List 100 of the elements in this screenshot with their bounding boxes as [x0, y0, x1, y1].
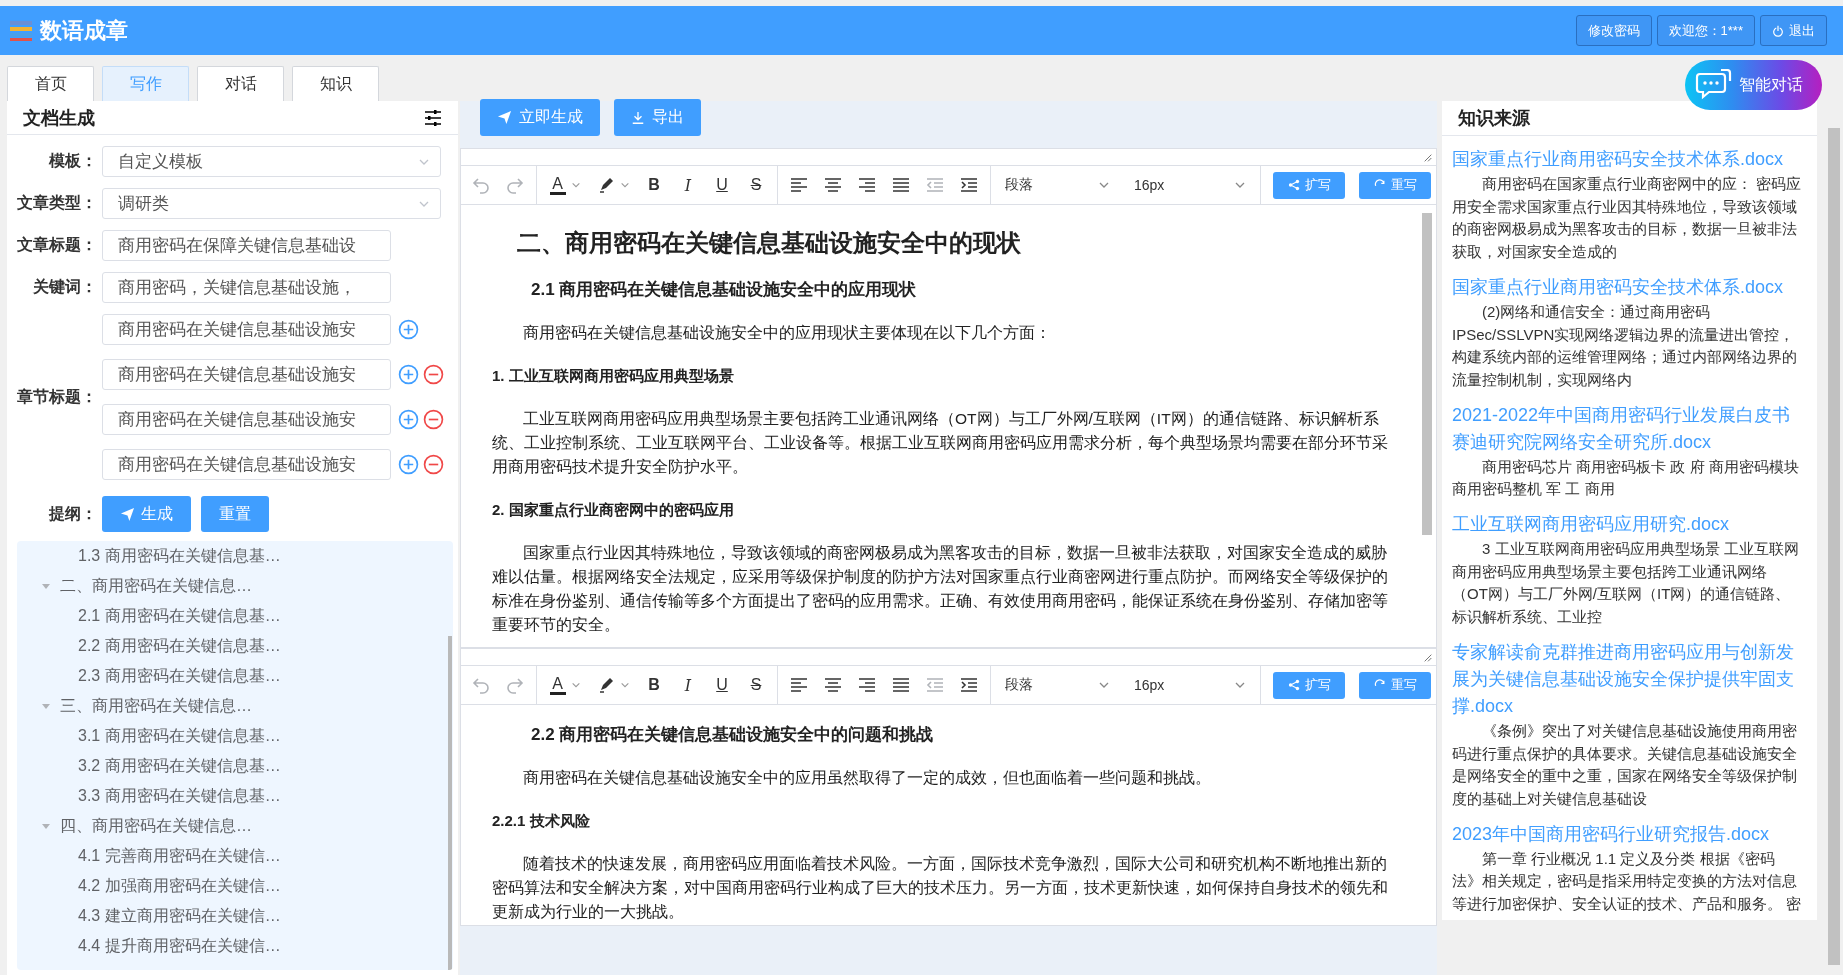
caret-icon[interactable]: [42, 583, 50, 589]
underline-button[interactable]: U: [705, 171, 739, 199]
block-format-select[interactable]: 段落: [995, 171, 1120, 199]
add-circle-icon[interactable]: [398, 454, 419, 475]
scrollbar[interactable]: [1828, 128, 1840, 965]
outline-item[interactable]: 3.1 商用密码在关键信息基…: [17, 721, 453, 751]
bold-button[interactable]: B: [637, 171, 671, 199]
underline-button[interactable]: U: [705, 671, 739, 699]
editor-heading: 二、商用密码在关键信息基础设施安全中的现状: [517, 228, 1022, 258]
input-field[interactable]: 商用密码在关键信息基础设施安: [102, 359, 391, 390]
chevron-down-icon: [570, 180, 581, 190]
editor-paragraph: 商用密码在关键信息基础设施安全中的应用现状主要体现在以下几个方面：: [522, 323, 1052, 343]
outline-item[interactable]: 4.2 加强商用密码在关键信…: [17, 871, 453, 901]
resize-grip-icon[interactable]: [1423, 153, 1433, 163]
font-color-button[interactable]: A: [541, 171, 589, 199]
add-circle-icon[interactable]: [398, 409, 419, 430]
send-icon: [120, 506, 135, 522]
outline-item[interactable]: 2.3 商用密码在关键信息基…: [17, 661, 453, 691]
nav-tab[interactable]: 首页: [7, 66, 94, 101]
italic-button[interactable]: I: [671, 671, 705, 699]
input-field[interactable]: 商用密码，关键信息基础设施，: [102, 272, 391, 303]
field-label: 模板：: [48, 151, 97, 171]
app-title: 数语成章: [40, 16, 128, 45]
strikethrough-button[interactable]: S: [739, 171, 773, 199]
align-right-icon: [857, 175, 877, 195]
select-field[interactable]: 调研类: [102, 188, 441, 219]
caret-icon[interactable]: [42, 703, 50, 709]
select-field[interactable]: 自定义模板: [102, 146, 441, 177]
editor-heading: 1. 工业互联网商用密码应用典型场景: [492, 366, 735, 386]
redo-icon: [505, 175, 525, 195]
outline-item[interactable]: 4.1 完善商用密码在关键信…: [17, 841, 453, 871]
align-center-icon: [823, 675, 843, 695]
field-label: 关键词：: [32, 277, 97, 297]
outline-item[interactable]: 二、商用密码在关键信息…: [17, 571, 453, 601]
editor-heading: 2.2 商用密码在关键信息基础设施安全中的问题和挑战: [531, 724, 935, 746]
undo-icon: [471, 675, 491, 695]
remove-circle-icon[interactable]: [423, 364, 444, 385]
source-snippet: 《条例》突出了对关键信息基础设施使用商用密码进行重点保护的具体要求。关键信息基础设施安全是网络安全的重中之重，国家在网络安全等级保护制度的基础上对关键信息基础设: [1452, 720, 1798, 809]
add-circle-icon[interactable]: [398, 364, 419, 385]
outline-item[interactable]: 3.3 商用密码在关键信息基…: [17, 781, 453, 811]
font-size-select[interactable]: 16px: [1120, 171, 1256, 199]
outline-item[interactable]: 四、商用密码在关键信息…: [17, 811, 453, 841]
header-button[interactable]: 修改密码: [1575, 15, 1652, 46]
scrollbar[interactable]: [1422, 213, 1432, 535]
outline-item[interactable]: 2.1 商用密码在关键信息基…: [17, 601, 453, 631]
font-size-select[interactable]: 16px: [1120, 671, 1256, 699]
align-center-icon: [823, 175, 843, 195]
logout-button[interactable]: 退出: [1760, 15, 1827, 46]
redo-icon: [505, 675, 525, 695]
outline-item[interactable]: 3.2 商用密码在关键信息基…: [17, 751, 453, 781]
nav-tab[interactable]: 知识: [292, 66, 379, 101]
indent-icon: [959, 675, 979, 695]
remove-circle-icon[interactable]: [423, 454, 444, 475]
source-snippet: 商用密码在国家重点行业商密网中的应： 密码应用安全需求国家重点行业因其特殊地位，导致该领域的商密网极易成为黑客攻击的目标，数据一旦被非法获取，对国家安全造成的: [1452, 174, 1802, 263]
input-field[interactable]: 商用密码在关键信息基础设施安: [102, 314, 391, 345]
logo-icon: [10, 20, 32, 41]
header-button[interactable]: 欢迎您：1***: [1656, 15, 1755, 46]
editor-paragraph: 工业互联网商用密码应用典型场景主要包括跨工业通讯网络（OT网）与工厂外网/互联网（IT网）的通信链路、标识解析系统、工业控制系统、工业互联网平台、工业设备等。根据工业互联网商用密码应用需求分析，每个典型场景均需要在部分环节采用商用密码技术提升安全防护水平。: [492, 409, 1389, 477]
align-right-icon: [857, 675, 877, 695]
align-left-icon: [789, 675, 809, 695]
source-snippet: (2)网络和通信安全：通过商用密码IPSec/SSLVPN实现网络逻辑边界的流量进出管控，构建系统内部的运维管理网络；通过内部网络边界的流量控制机制，实现网络内: [1452, 301, 1798, 390]
outline-item[interactable]: 1.3 商用密码在关键信息基…: [17, 541, 453, 571]
chevron-down-icon: [570, 680, 581, 690]
source-snippet: 第一章 行业概况 1.1 定义及分类 根据《密码法》相关规定，密码是指采用特定变换的方法对信息等进行加密保护、安全认证的技术、产品和服务。 密: [1452, 848, 1802, 915]
editor-content[interactable]: [460, 705, 1437, 926]
field-label: 提纲：: [47, 503, 97, 524]
outdent-icon: [925, 675, 945, 695]
input-field[interactable]: 商用密码在关键信息基础设施安: [102, 449, 391, 480]
input-field[interactable]: 商用密码在保障关键信息基础设: [102, 230, 391, 261]
download-icon: [631, 110, 645, 125]
undo-icon: [471, 175, 491, 195]
editor-content[interactable]: [460, 205, 1437, 648]
share-icon: [1287, 679, 1300, 691]
outdent-icon: [925, 175, 945, 195]
send-icon: [497, 110, 512, 125]
font-color-button[interactable]: A: [541, 671, 589, 699]
align-left-icon: [789, 175, 809, 195]
strikethrough-button[interactable]: S: [739, 671, 773, 699]
settings-sliders-icon[interactable]: [424, 108, 442, 127]
bold-button[interactable]: B: [637, 671, 671, 699]
outline-item[interactable]: 4.3 建立商用密码在关键信…: [17, 901, 453, 931]
input-field[interactable]: 商用密码在关键信息基础设施安: [102, 404, 391, 435]
editor-paragraph: 国家重点行业因其特殊地位，导致该领域的商密网极易成为黑客攻击的目标，数据一旦被非法获取，对国家安全造成的威胁难以估量。根据网络安全法规定，应采用等级保护制度的防护方法对国家重点行业商密网进行重点防护。而网络安全等级保护的标准在身份鉴别、通信传输等多个方面提出了密码的应用需求。正确、有效使用商用密码，能保证系统在身份鉴别、存储加密等重要环节的安全。: [492, 543, 1389, 635]
chevron-down-icon: [619, 180, 630, 190]
nav-tab[interactable]: 对话: [197, 66, 284, 101]
outline-item[interactable]: 三、商用密码在关键信息…: [17, 691, 453, 721]
block-format-select[interactable]: 段落: [995, 671, 1120, 699]
outline-item[interactable]: 4.4 提升商用密码在关键信…: [17, 931, 453, 961]
chat-button[interactable]: 智能对话: [1685, 60, 1822, 110]
field-label: 章节标题：: [17, 386, 97, 407]
field-label: 文章类型：: [16, 193, 97, 213]
chevron-down-icon: [619, 680, 630, 690]
source-snippet: 3 工业互联网商用密码应用典型场景 工业互联网商用密码应用典型场景主要包括跨工业通讯网络（OT网）与工厂外网/互联网（IT网）的通信链路、标识解析系统、工业控: [1452, 539, 1800, 628]
remove-circle-icon[interactable]: [423, 409, 444, 430]
outline-item[interactable]: 2.2 商用密码在关键信息基…: [17, 631, 453, 661]
italic-button[interactable]: I: [671, 171, 705, 199]
scrollbar[interactable]: [448, 636, 452, 970]
caret-icon[interactable]: [42, 823, 50, 829]
resize-grip-icon[interactable]: [1423, 653, 1433, 663]
add-circle-icon[interactable]: [398, 319, 419, 340]
